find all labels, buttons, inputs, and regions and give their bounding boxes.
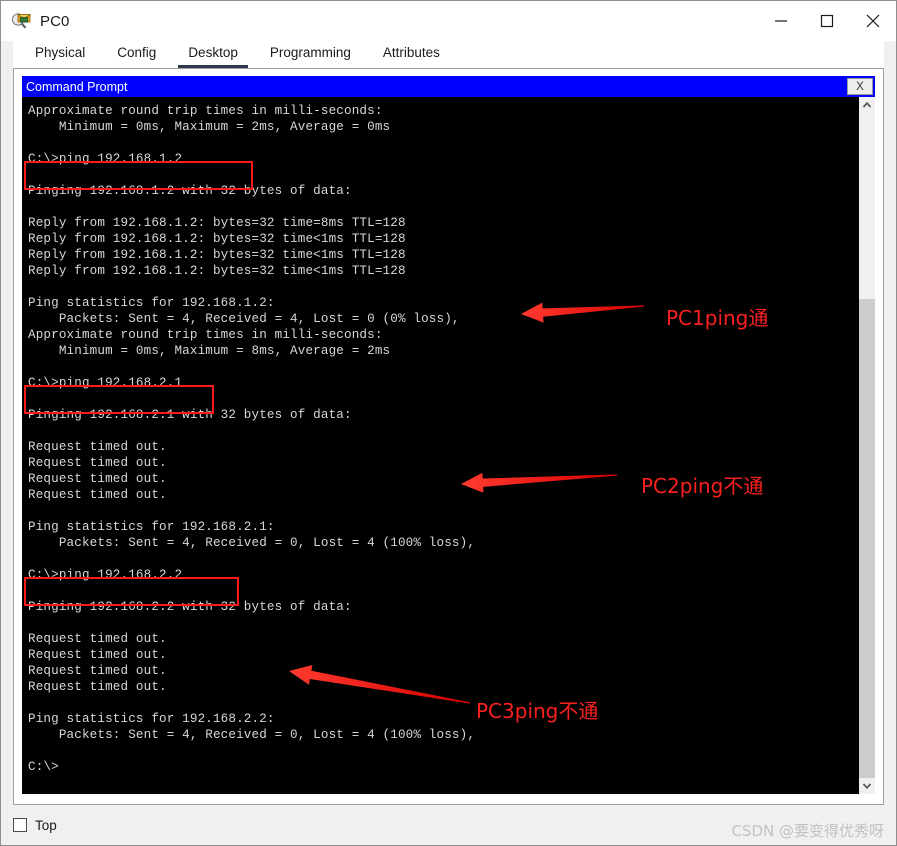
packet-tracer-pc-icon: [11, 11, 32, 31]
tab-desktop[interactable]: Desktop: [178, 45, 248, 68]
maximize-icon[interactable]: [804, 1, 850, 41]
chevron-up-icon[interactable]: [859, 97, 875, 113]
window-controls: [758, 1, 896, 41]
command-prompt-titlebar: Command Prompt X: [22, 76, 875, 97]
chevron-down-icon[interactable]: [859, 778, 875, 794]
close-icon[interactable]: [850, 1, 896, 41]
tab-attributes[interactable]: Attributes: [373, 45, 450, 68]
tabstrip-container: Physical Config Desktop Programming Attr…: [1, 41, 896, 68]
window-titlebar: PC0: [1, 1, 896, 41]
terminal-text: Approximate round trip times in milli-se…: [28, 104, 476, 774]
top-checkbox[interactable]: [13, 818, 27, 832]
tabstrip: Physical Config Desktop Programming Attr…: [13, 41, 884, 68]
window-footer: Top CSDN @要变得优秀呀: [1, 805, 896, 845]
command-prompt-window: Command Prompt X Approximate round trip …: [22, 76, 875, 794]
command-prompt-close-button[interactable]: X: [847, 78, 873, 95]
minimize-icon[interactable]: [758, 1, 804, 41]
scrollbar-thumb[interactable]: [859, 299, 875, 778]
command-prompt-title: Command Prompt: [26, 79, 128, 94]
desktop-panel: Command Prompt X Approximate round trip …: [13, 68, 884, 805]
csdn-watermark: CSDN @要变得优秀呀: [731, 822, 884, 840]
window-title-group: PC0: [1, 11, 69, 31]
tab-programming[interactable]: Programming: [260, 45, 361, 68]
window-title-text: PC0: [40, 12, 70, 30]
command-prompt-body: Approximate round trip times in milli-se…: [22, 97, 875, 794]
pc-device-window: PC0 Physical Config Desktop Programming …: [0, 0, 897, 846]
top-checkbox-row[interactable]: Top: [13, 818, 57, 833]
top-checkbox-label: Top: [35, 817, 57, 833]
tab-physical[interactable]: Physical: [25, 45, 95, 68]
tab-config[interactable]: Config: [107, 45, 166, 68]
terminal-output-area[interactable]: Approximate round trip times in milli-se…: [22, 97, 858, 794]
terminal-vertical-scrollbar[interactable]: [858, 97, 875, 794]
scrollbar-track[interactable]: [859, 113, 875, 778]
